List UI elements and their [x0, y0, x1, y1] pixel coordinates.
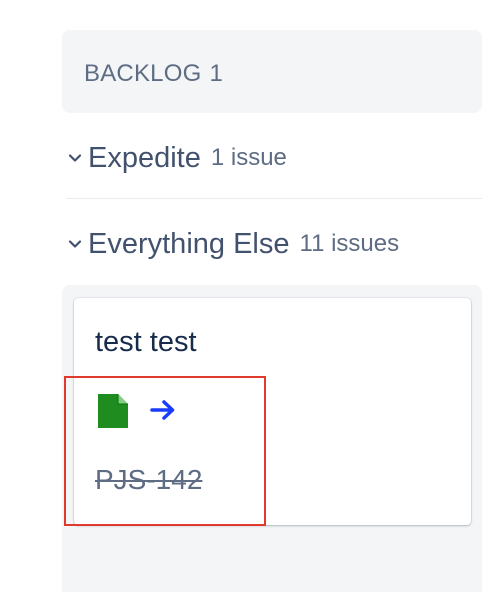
swimlane-title: Everything Else [88, 227, 290, 260]
arrow-right-icon [150, 399, 176, 421]
story-document-icon [98, 394, 128, 428]
issue-summary: test test [95, 326, 197, 358]
issue-key[interactable]: PJS-142 [95, 464, 202, 496]
swimlane-divider [66, 198, 482, 199]
chevron-down-icon[interactable] [62, 231, 88, 257]
column-issue-count: 1 [209, 60, 224, 87]
column-header[interactable]: BACKLOG 1 [62, 30, 482, 113]
issue-card[interactable]: test test PJS-142 [74, 298, 471, 525]
column-title: BACKLOG 1 [84, 60, 223, 88]
swimlane-issue-count: 11 issues [299, 230, 400, 257]
swimlane-issue-count: 1 issue [210, 144, 287, 171]
swimlane-expedite[interactable]: Expedite 1 issue [62, 136, 482, 180]
swimlane-title: Expedite [88, 141, 201, 174]
board-column: BACKLOG 1 Expedite 1 issue Everything Els… [0, 0, 498, 592]
chevron-down-icon[interactable] [62, 145, 88, 171]
column-title-label: BACKLOG [84, 60, 202, 87]
swimlane-everything-else[interactable]: Everything Else 11 issues [62, 222, 482, 266]
